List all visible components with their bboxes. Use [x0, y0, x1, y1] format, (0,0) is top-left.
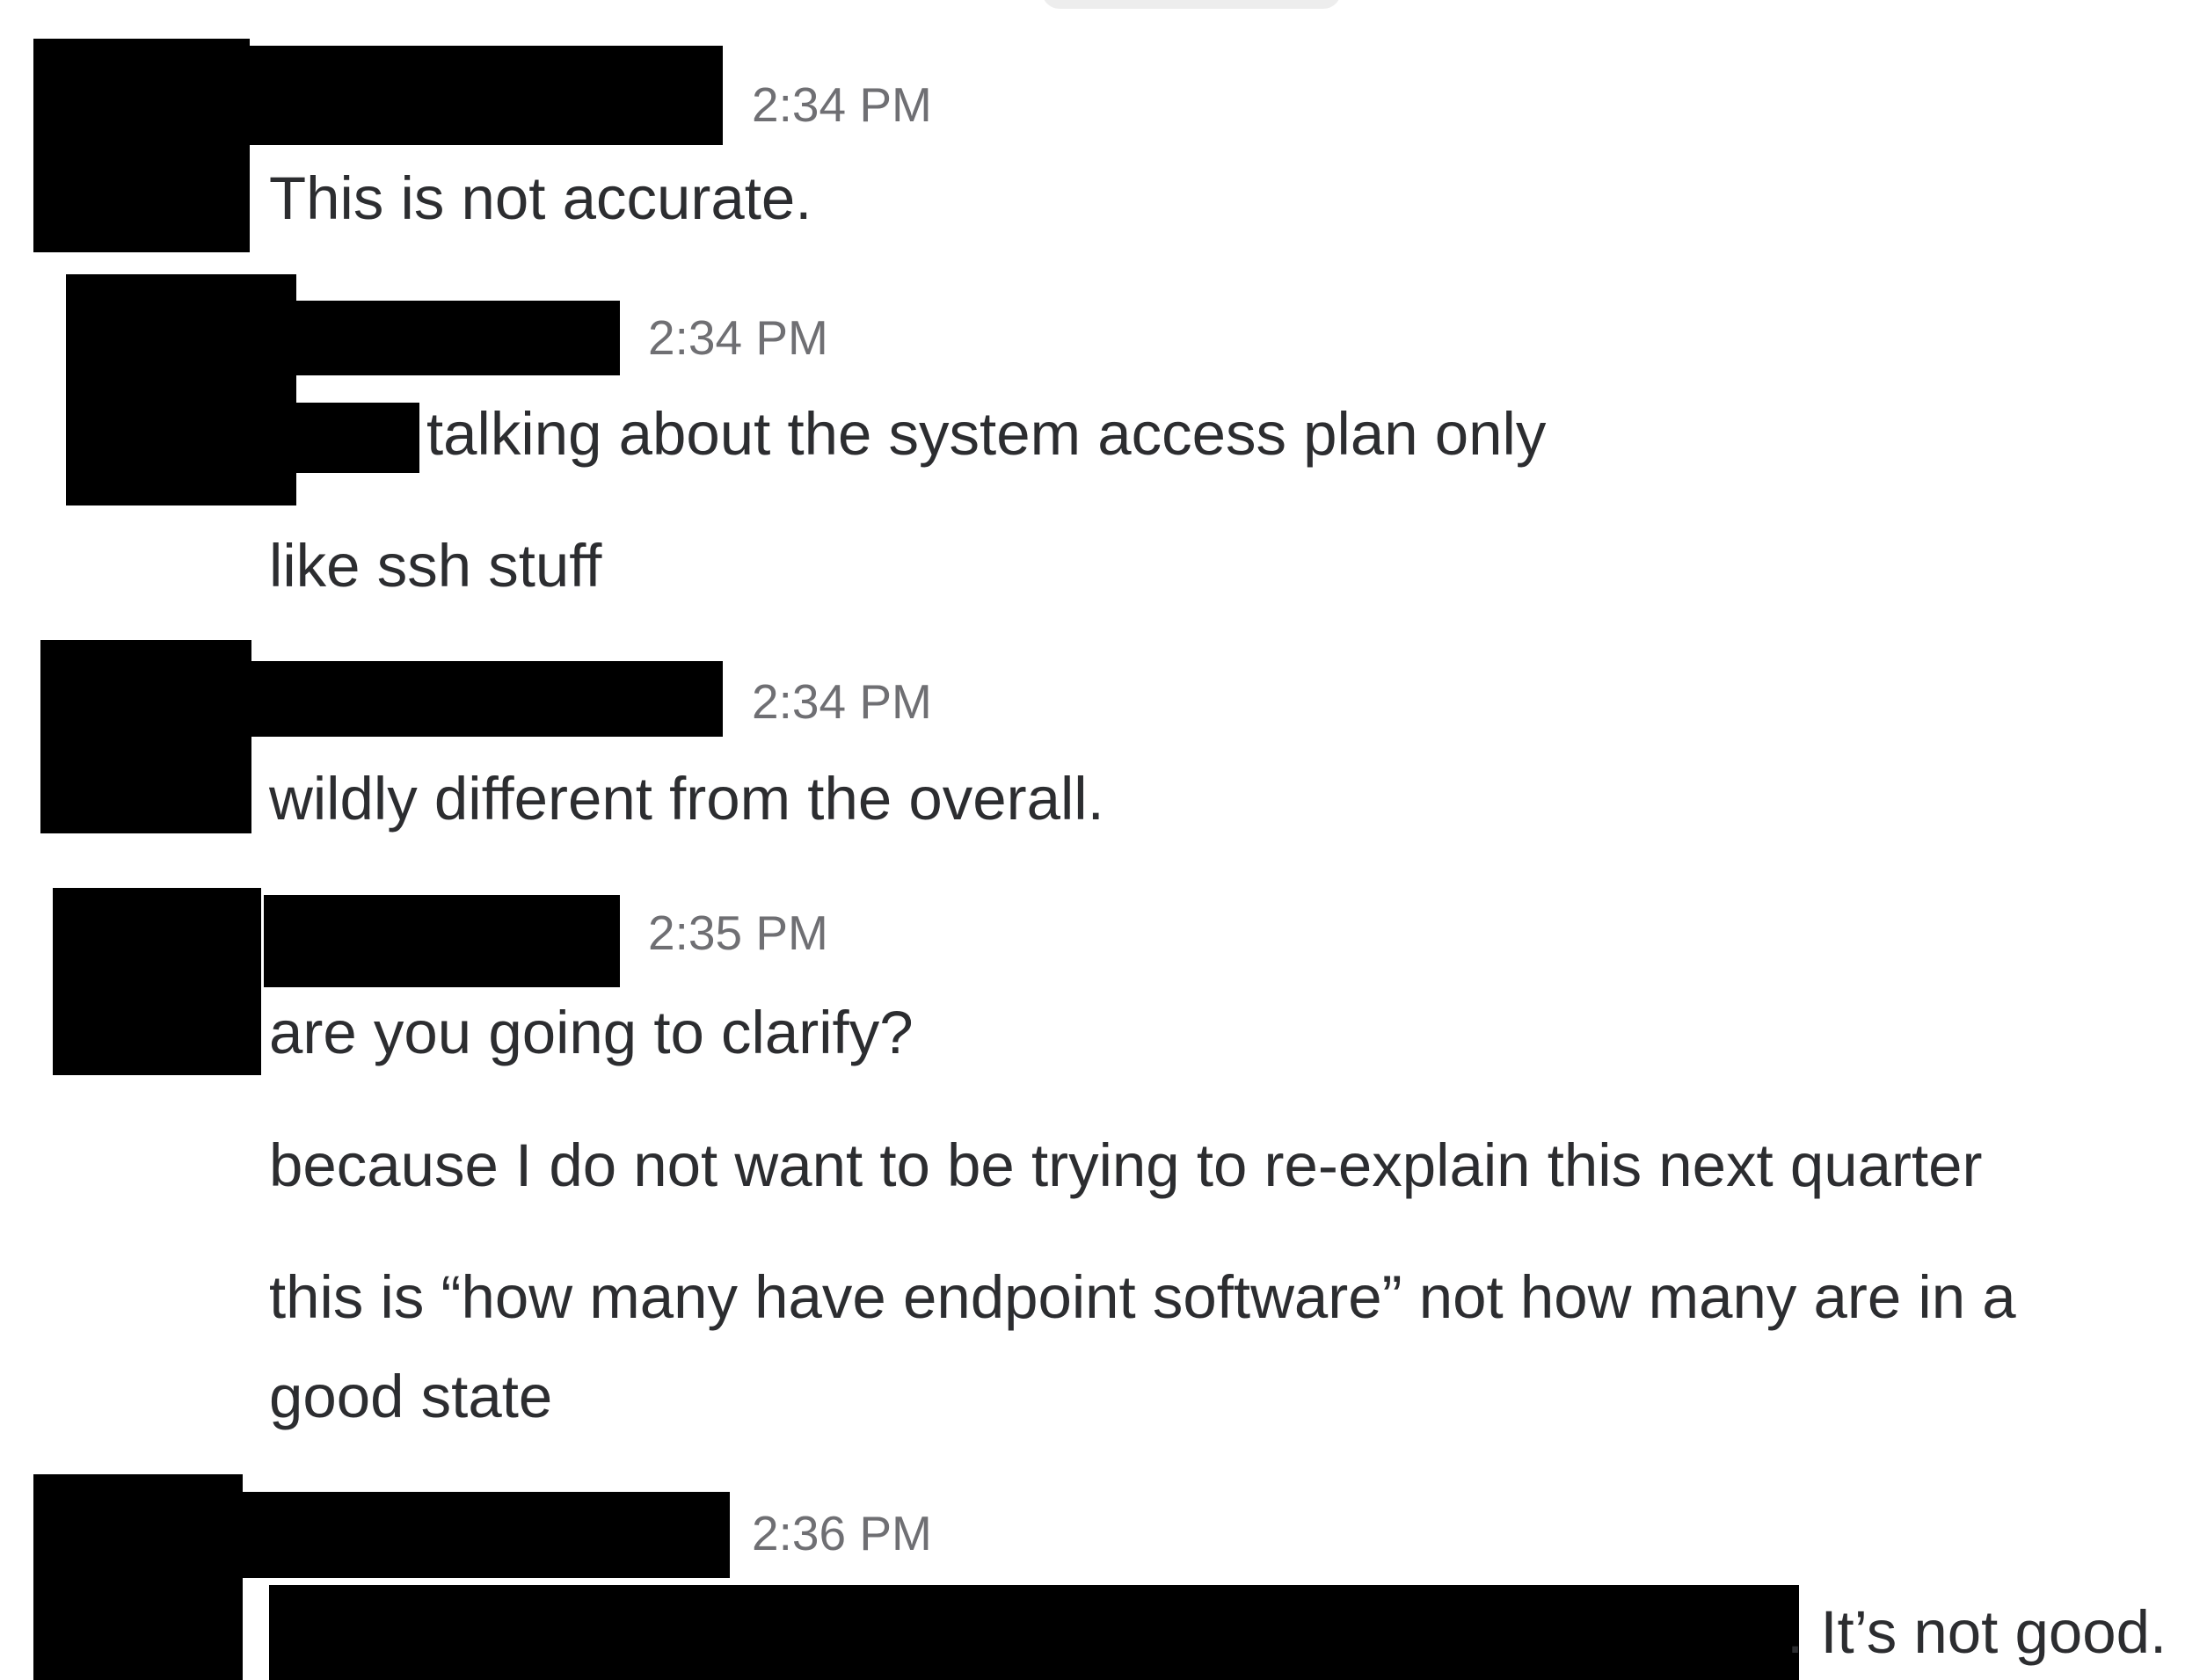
redacted-username[interactable] [251, 661, 723, 737]
message-timestamp[interactable]: 2:34 PM [752, 74, 932, 135]
message-text: because I do not want to be trying to re… [269, 1131, 1983, 1199]
redacted-avatar [40, 640, 251, 833]
message-text: are you going to clarify? [269, 999, 914, 1066]
message-text: this is “how many have endpoint software… [269, 1263, 2016, 1331]
message-timestamp[interactable]: 2:34 PM [752, 671, 932, 732]
redacted-avatar [66, 274, 296, 505]
message-timestamp[interactable]: 2:35 PM [648, 902, 828, 964]
message-text: like ssh stuff [269, 532, 602, 600]
redacted-avatar [33, 39, 250, 252]
message-timestamp[interactable]: 2:36 PM [752, 1502, 932, 1564]
redacted-username[interactable] [250, 46, 723, 145]
message-text: . It’s not good. [1787, 1598, 2167, 1666]
redacted-avatar [33, 1474, 243, 1680]
redacted-username[interactable] [264, 895, 620, 987]
message-text: talking about the system access plan onl… [426, 400, 1547, 468]
redacted-message-text [269, 1585, 1799, 1680]
redacted-mention [296, 403, 419, 473]
message-timestamp[interactable]: 2:34 PM [648, 307, 828, 368]
redacted-username[interactable] [296, 301, 620, 375]
message-text: This is not accurate. [269, 164, 812, 232]
redacted-avatar [53, 888, 261, 1075]
date-divider-pill [1042, 0, 1341, 9]
message-text: good state [269, 1363, 553, 1430]
redacted-username[interactable] [243, 1492, 730, 1578]
message-text: wildly different from the overall. [269, 765, 1104, 833]
